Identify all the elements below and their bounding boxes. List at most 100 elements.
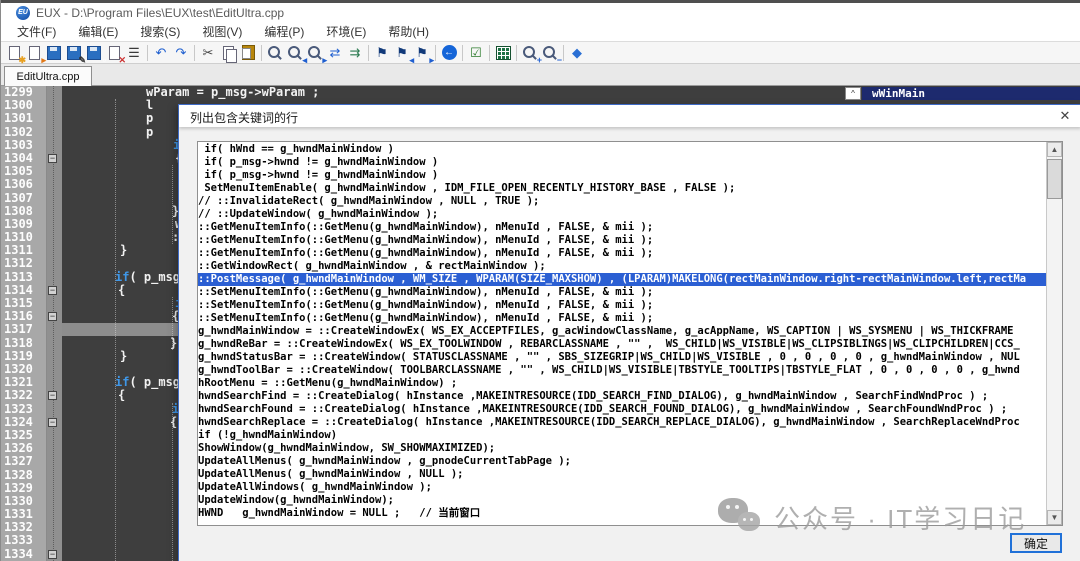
menu-item-6[interactable]: 帮助(H) — [377, 21, 440, 42]
save-as-icon[interactable]: ✎ — [64, 43, 84, 63]
window-title: EUX - D:\Program Files\EUX\test\EditUltr… — [36, 6, 284, 20]
result-row[interactable]: hwndSearchReplace = ::CreateDialog( hIns… — [198, 416, 1047, 429]
line-number: 1301 — [4, 112, 33, 125]
menu-item-1[interactable]: 编辑(E) — [67, 21, 129, 42]
result-row[interactable]: g_hwndMainWindow = ::CreateWindowEx( WS_… — [198, 325, 1047, 338]
result-row[interactable]: ::SetMenuItemInfo(::GetMenu(g_hwndMainWi… — [198, 299, 1047, 312]
menu-item-0[interactable]: 文件(F) — [6, 21, 67, 42]
save-all-icon[interactable]: ▫ — [84, 43, 104, 63]
prev-bookmark-icon[interactable]: ⚑◂ — [392, 43, 412, 63]
toolbar-separator — [516, 45, 517, 61]
app-icon: EU — [16, 6, 30, 20]
open-file-icon[interactable]: ▸ — [24, 43, 44, 63]
code-line-fragment: } — [170, 337, 177, 350]
result-row[interactable]: if (!g_hwndMainWindow) — [198, 429, 1047, 442]
watermark: 公众号 · IT学习日记 — [716, 492, 1026, 542]
result-row[interactable]: g_hwndToolBar = ::CreateWindow( TOOLBARC… — [198, 364, 1047, 377]
vertical-scrollbar[interactable]: ▲ ▼ — [1046, 142, 1062, 525]
result-row[interactable]: if( p_msg->hwnd != g_hwndMainWindow ) — [198, 169, 1047, 182]
chevron-up-icon[interactable]: ^ — [845, 87, 861, 100]
menu-item-3[interactable]: 视图(V) — [191, 21, 253, 42]
result-row[interactable]: ::GetMenuItemInfo(::GetMenu(g_hwndMainWi… — [198, 221, 1047, 234]
menu-bar: 文件(F)编辑(E)搜索(S)视图(V)编程(P)环境(E)帮助(H) — [0, 22, 1080, 42]
result-row[interactable]: ::GetWindowRect( g_hwndMainWindow , & re… — [198, 260, 1047, 273]
result-row[interactable]: hRootMenu = ::GetMenu(g_hwndMainWindow) … — [198, 377, 1047, 390]
close-icon[interactable]: ✕ — [1057, 108, 1073, 124]
save-icon[interactable] — [44, 43, 64, 63]
tab-editultra-cpp[interactable]: EditUltra.cpp — [4, 66, 92, 86]
toolbar-separator — [489, 45, 490, 61]
watermark-text: 公众号 · IT学习日记 — [774, 499, 1026, 536]
code-line-fragment: } — [120, 244, 127, 257]
scrollbar-thumb[interactable] — [1047, 159, 1062, 199]
find-prev-icon[interactable]: ◂ — [285, 43, 305, 63]
menu-item-4[interactable]: 编程(P) — [253, 21, 315, 42]
replace-icon[interactable]: ⇄ — [325, 43, 345, 63]
fold-toggle-icon[interactable]: − — [48, 391, 57, 400]
result-row[interactable]: if( p_msg->hwnd != g_hwndMainWindow ) — [198, 156, 1047, 169]
title-bar: EU EUX - D:\Program Files\EUX\test\EditU… — [0, 3, 1080, 22]
find-icon[interactable] — [265, 43, 285, 63]
result-row[interactable]: // ::UpdateWindow( g_hwndMainWindow ); — [198, 208, 1047, 221]
go-back-icon[interactable]: ← — [439, 43, 459, 63]
scroll-down-button[interactable]: ▼ — [1047, 510, 1062, 525]
window-left-edge — [0, 0, 1, 561]
line-list-icon[interactable]: ☑ — [466, 43, 486, 63]
result-row[interactable]: ::SetMenuItemInfo(::GetMenu(g_hwndMainWi… — [198, 286, 1047, 299]
replace-in-files-icon[interactable]: ⇉ — [345, 43, 365, 63]
result-row[interactable]: hwndSearchFound = ::CreateDialog( hInsta… — [198, 403, 1047, 416]
result-row[interactable]: g_hwndStatusBar = ::CreateWindow( STATUS… — [198, 351, 1047, 364]
next-bookmark-icon[interactable]: ⚑▸ — [412, 43, 432, 63]
result-row[interactable]: // ::InvalidateRect( g_hwndMainWindow , … — [198, 195, 1047, 208]
fold-toggle-icon[interactable]: − — [48, 550, 57, 559]
menu-item-5[interactable]: 环境(E) — [315, 21, 377, 42]
menu-item-2[interactable]: 搜索(S) — [129, 21, 191, 42]
fold-toggle-icon[interactable]: − — [48, 154, 57, 163]
file-list-icon[interactable]: ☰ — [124, 43, 144, 63]
result-rows: if( hWnd == g_hwndMainWindow ) if( p_msg… — [198, 143, 1047, 524]
code-line-fragment: } — [120, 350, 127, 363]
toolbar-separator — [194, 45, 195, 61]
copy-icon[interactable] — [218, 43, 238, 63]
app-window: EU EUX - D:\Program Files\EUX\test\EditU… — [0, 0, 1080, 561]
line-number: 1317 — [4, 323, 33, 336]
dialog-title-bar: 列出包含关键词的行 ✕ — [179, 105, 1080, 127]
scroll-up-button[interactable]: ▲ — [1047, 142, 1062, 157]
bookmark-icon[interactable]: ⚑ — [372, 43, 392, 63]
about-icon[interactable]: ◆ — [567, 43, 587, 63]
result-row[interactable]: ::GetMenuItemInfo(::GetMenu(g_hwndMainWi… — [198, 234, 1047, 247]
result-row[interactable]: UpdateAllMenus( g_hwndMainWindow , g_pno… — [198, 455, 1047, 468]
find-next-icon[interactable]: ▸ — [305, 43, 325, 63]
new-file-icon[interactable]: ✱ — [4, 43, 24, 63]
result-row[interactable]: SetMenuItemEnable( g_hwndMainWindow , ID… — [198, 182, 1047, 195]
line-number: 1327 — [4, 455, 33, 468]
fold-toggle-icon[interactable]: − — [48, 312, 57, 321]
line-number: 1322 — [4, 389, 33, 402]
result-row[interactable]: UpdateAllMenus( g_hwndMainWindow , NULL … — [198, 468, 1047, 481]
redo-icon[interactable]: ↷ — [171, 43, 191, 63]
result-row[interactable]: ::GetMenuItemInfo(::GetMenu(g_hwndMainWi… — [198, 247, 1047, 260]
result-row[interactable]: ::SetMenuItemInfo(::GetMenu(g_hwndMainWi… — [198, 312, 1047, 325]
cut-icon[interactable]: ✂ — [198, 43, 218, 63]
code-line-fragment: { — [170, 416, 177, 429]
paste-icon[interactable] — [238, 43, 258, 63]
fold-toggle-icon[interactable]: − — [48, 418, 57, 427]
zoom-out-icon[interactable]: − — [540, 43, 560, 63]
result-row[interactable]: if( hWnd == g_hwndMainWindow ) — [198, 143, 1047, 156]
close-file-icon[interactable]: ✕ — [104, 43, 124, 63]
result-row[interactable]: g_hwndReBar = ::CreateWindowEx( WS_EX_TO… — [198, 338, 1047, 351]
result-row-selected[interactable]: ::PostMessage( g_hwndMainWindow , WM_SIZ… — [198, 273, 1047, 286]
zoom-in-icon[interactable]: + — [520, 43, 540, 63]
code-line-fragment: p — [146, 126, 153, 139]
fold-toggle-icon[interactable]: − — [48, 286, 57, 295]
code-line-fragment: p — [146, 112, 153, 125]
export-table-icon[interactable] — [493, 43, 513, 63]
undo-icon[interactable]: ↶ — [151, 43, 171, 63]
toolbar-separator — [563, 45, 564, 61]
tab-bar: EditUltra.cpp — [0, 64, 1080, 86]
code-line-fragment: { — [118, 284, 125, 297]
result-row[interactable]: ShowWindow(g_hwndMainWindow, SW_SHOWMAXI… — [198, 442, 1047, 455]
line-number: 1334 — [4, 548, 33, 561]
dialog-title: 列出包含关键词的行 — [190, 109, 298, 126]
result-row[interactable]: hwndSearchFind = ::CreateDialog( hInstan… — [198, 390, 1047, 403]
